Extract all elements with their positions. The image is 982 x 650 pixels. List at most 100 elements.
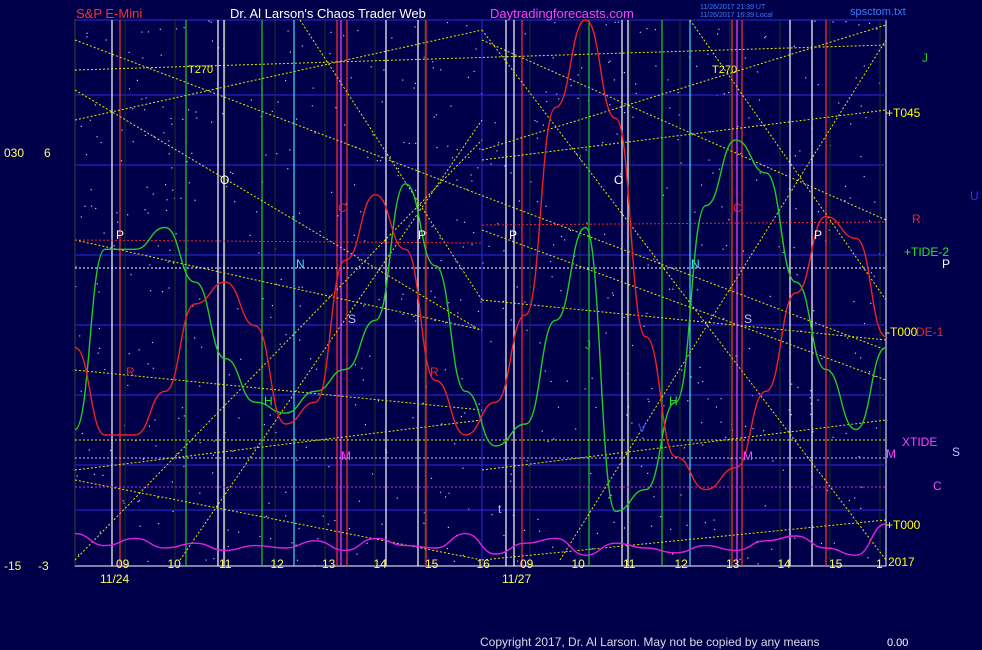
background-dot bbox=[728, 92, 730, 94]
background-dot bbox=[832, 436, 834, 438]
background-dot bbox=[672, 553, 674, 555]
background-dot bbox=[725, 436, 727, 438]
background-dot bbox=[663, 405, 665, 407]
timestamp-ut: 11/26/2017 21:39 UT bbox=[700, 4, 766, 11]
background-dot bbox=[720, 421, 722, 423]
background-dot bbox=[782, 251, 784, 254]
background-dot bbox=[742, 250, 744, 252]
background-dot bbox=[479, 148, 481, 150]
background-dot bbox=[431, 226, 433, 228]
background-dot bbox=[763, 430, 765, 432]
background-dot bbox=[680, 162, 682, 164]
background-dot bbox=[116, 212, 118, 214]
background-dot bbox=[298, 527, 300, 530]
background-dot bbox=[613, 521, 615, 523]
background-dot bbox=[863, 175, 865, 178]
background-dot bbox=[470, 174, 472, 176]
background-dot bbox=[167, 261, 169, 263]
label-r: R bbox=[912, 212, 921, 226]
background-dot bbox=[503, 534, 505, 537]
background-dot bbox=[175, 28, 178, 30]
background-dot bbox=[289, 51, 291, 53]
background-dot bbox=[210, 21, 212, 23]
instrument-title: S&P E-Mini bbox=[76, 6, 143, 21]
background-dot bbox=[396, 497, 398, 499]
background-dot bbox=[148, 425, 150, 427]
background-dot bbox=[510, 319, 512, 321]
background-dot bbox=[553, 438, 555, 440]
background-dot bbox=[413, 315, 415, 317]
background-dot bbox=[564, 239, 566, 241]
background-dot bbox=[462, 554, 464, 556]
background-dot bbox=[740, 152, 742, 155]
background-dot bbox=[80, 216, 82, 218]
background-dot bbox=[357, 30, 359, 32]
background-dot bbox=[473, 232, 475, 234]
background-dot bbox=[795, 208, 797, 210]
background-dot bbox=[172, 189, 174, 191]
background-dot bbox=[89, 119, 91, 121]
background-dot bbox=[178, 417, 180, 419]
background-dot bbox=[432, 67, 434, 69]
site-url[interactable]: Daytradingforecasts.com bbox=[490, 7, 634, 20]
background-dot bbox=[560, 290, 562, 292]
background-dot bbox=[432, 61, 434, 63]
background-dot bbox=[478, 403, 480, 405]
background-dot bbox=[612, 294, 614, 296]
background-dot bbox=[717, 33, 719, 35]
background-dot bbox=[613, 79, 615, 81]
background-dot bbox=[553, 244, 555, 246]
background-dot bbox=[262, 298, 264, 300]
background-dot bbox=[168, 153, 170, 155]
label-s2: S bbox=[744, 312, 753, 326]
background-dot bbox=[764, 37, 766, 39]
background-dot bbox=[860, 105, 862, 107]
background-dot bbox=[285, 491, 287, 493]
background-dot bbox=[90, 189, 92, 191]
background-dot bbox=[460, 299, 462, 301]
background-dot bbox=[677, 139, 679, 141]
background-dot bbox=[526, 329, 528, 331]
background-dot bbox=[464, 412, 466, 414]
background-dot bbox=[683, 447, 685, 449]
background-dot bbox=[183, 465, 185, 468]
hour-label-day2: 10 bbox=[571, 557, 585, 571]
background-dot bbox=[557, 406, 560, 408]
background-dot bbox=[199, 442, 201, 444]
background-dot bbox=[128, 51, 130, 53]
label-h2: H bbox=[669, 394, 678, 408]
background-dot bbox=[544, 370, 546, 372]
background-dot bbox=[212, 454, 215, 456]
background-dot bbox=[377, 400, 379, 402]
background-dot bbox=[430, 290, 432, 292]
background-dot bbox=[701, 422, 703, 424]
background-dot bbox=[440, 69, 442, 71]
background-dot bbox=[471, 243, 473, 246]
background-dot bbox=[591, 377, 593, 379]
background-dot bbox=[551, 276, 553, 278]
background-dot bbox=[608, 497, 610, 499]
label-t1: t bbox=[498, 502, 502, 516]
background-dot bbox=[490, 163, 492, 165]
background-dot bbox=[854, 497, 856, 499]
background-dot bbox=[311, 105, 313, 107]
background-dot bbox=[271, 110, 273, 112]
background-dot bbox=[196, 117, 198, 119]
background-dot bbox=[450, 105, 452, 107]
background-dot bbox=[545, 205, 547, 207]
background-dot bbox=[667, 79, 669, 81]
background-dot bbox=[99, 531, 101, 533]
background-dot bbox=[516, 286, 518, 288]
background-dot bbox=[366, 542, 368, 544]
background-dot bbox=[144, 134, 146, 137]
background-dot bbox=[524, 301, 526, 303]
background-dot bbox=[454, 443, 456, 445]
background-dot bbox=[794, 155, 796, 157]
background-dot bbox=[491, 514, 493, 516]
background-dot bbox=[171, 123, 173, 125]
background-dot bbox=[810, 413, 812, 415]
background-dot bbox=[721, 206, 723, 208]
background-dot bbox=[301, 286, 303, 288]
background-dot bbox=[94, 104, 96, 106]
background-dot bbox=[653, 496, 655, 498]
